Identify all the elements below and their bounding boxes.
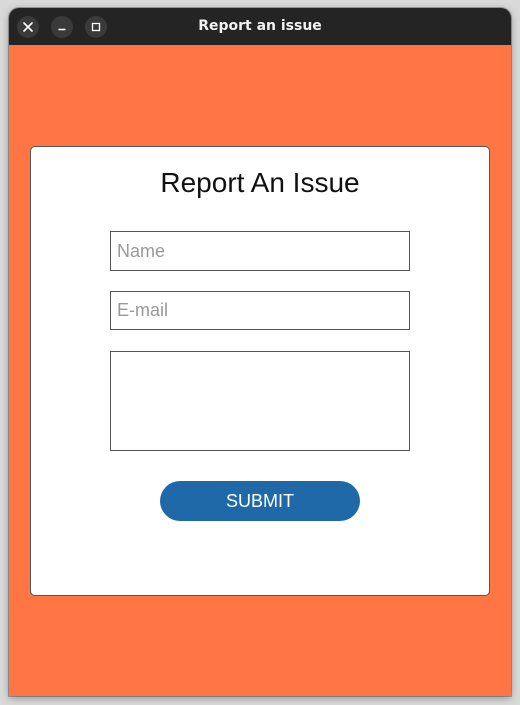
window-title: Report an issue [198,18,322,34]
app-window: Report an issue Report An Issue SUBMIT [9,8,511,696]
message-textarea[interactable] [110,351,410,451]
report-issue-form: Report An Issue SUBMIT [30,146,490,596]
submit-button[interactable]: SUBMIT [160,481,360,521]
page-background: Report An Issue SUBMIT [9,45,511,696]
form-heading: Report An Issue [160,167,360,198]
name-input[interactable] [110,231,410,271]
email-input[interactable] [110,291,410,330]
title-bar: Report an issue [9,8,511,45]
